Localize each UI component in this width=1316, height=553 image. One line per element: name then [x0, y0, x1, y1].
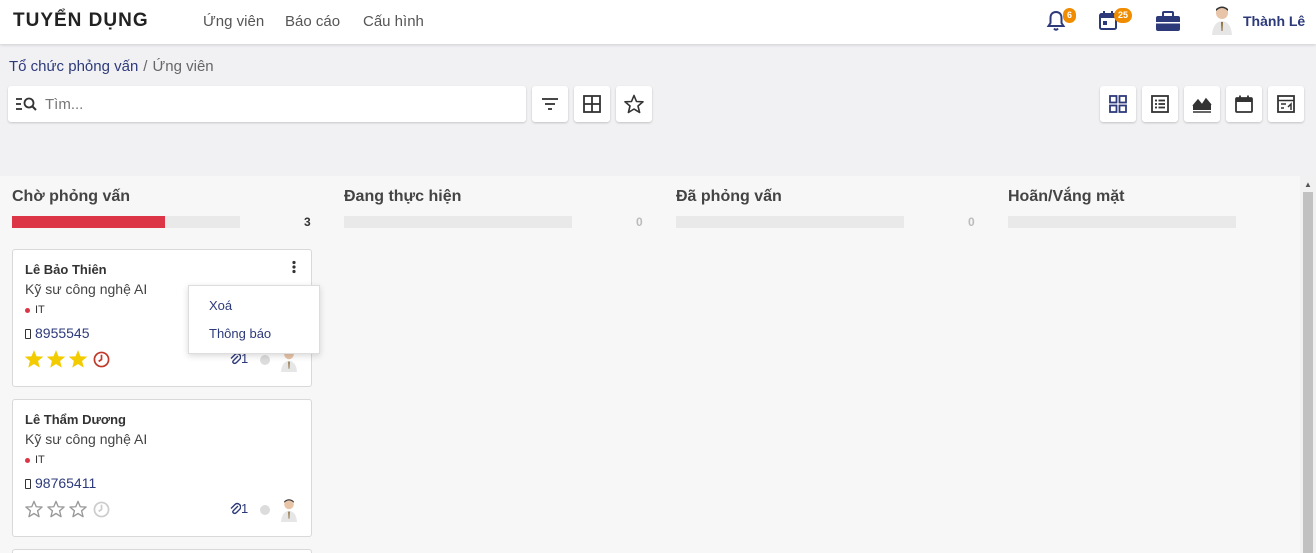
kanban-state-dot[interactable]	[260, 505, 270, 515]
user-avatar-icon	[1212, 6, 1232, 35]
star-outline-icon[interactable]	[47, 500, 65, 518]
candidate-phone-number: 98765411	[35, 475, 97, 491]
view-list-button[interactable]	[1142, 86, 1178, 122]
top-navbar: TUYỂN DỤNG Ứng viên Báo cáo Cấu hình 6 2…	[0, 0, 1316, 44]
column-progress-waiting[interactable]	[12, 216, 240, 228]
attachments-count[interactable]: 1	[229, 501, 248, 516]
phone-icon	[25, 479, 31, 489]
user-name[interactable]: Thành Lê	[1243, 13, 1305, 29]
column-title-waiting[interactable]: Chờ phỏng vấn	[12, 188, 130, 206]
scroll-up-arrow[interactable]: ▲	[1304, 180, 1312, 189]
breadcrumb-separator: /	[143, 58, 148, 75]
view-calendar-button[interactable]	[1226, 86, 1262, 122]
nav-item-settings[interactable]: Cấu hình	[363, 13, 424, 30]
candidate-job: Kỹ sư công nghệ AI	[25, 281, 148, 297]
view-graph-button[interactable]	[1184, 86, 1220, 122]
column-title-interviewed[interactable]: Đã phỏng vấn	[676, 188, 782, 206]
tag-color-dot	[25, 307, 30, 313]
breadcrumb: Tổ chức phỏng vấn / Ứng viên	[9, 58, 214, 75]
kanban-state-dot[interactable]	[260, 355, 270, 365]
vertical-scrollbar[interactable]: ▲	[1300, 176, 1316, 553]
candidate-name: Lê Bảo Thiên	[25, 262, 107, 277]
activities-badge: 25	[1114, 8, 1133, 23]
search-icon	[16, 97, 37, 111]
column-progress-fill-waiting	[12, 216, 165, 228]
column-title-in-progress[interactable]: Đang thực hiện	[344, 188, 461, 206]
nav-item-candidates[interactable]: Ứng viên	[203, 13, 264, 30]
search-bar	[8, 86, 526, 122]
paperclip-icon	[230, 502, 242, 515]
menu-item-delete[interactable]: Xoá	[209, 298, 232, 313]
scroll-thumb[interactable]	[1303, 192, 1313, 553]
candidate-tag: IT	[25, 304, 45, 316]
nav-item-reports[interactable]: Báo cáo	[285, 13, 340, 30]
card-dropdown-menu: Xoá Thông báo	[188, 285, 320, 354]
activity-view-icon	[1277, 95, 1295, 113]
kebab-menu-icon	[292, 260, 296, 274]
star-outline-icon	[624, 94, 644, 114]
activities-button[interactable]: 25	[1098, 8, 1133, 38]
column-count-waiting: 3	[304, 215, 311, 229]
area-chart-icon	[1192, 97, 1212, 113]
favorites-button[interactable]	[616, 86, 652, 122]
column-count-interviewed: 0	[968, 215, 975, 229]
breadcrumb-current: Ứng viên	[152, 58, 214, 75]
tag-color-dot	[25, 457, 30, 463]
app-title[interactable]: TUYỂN DỤNG	[13, 10, 149, 32]
candidate-phone-number: 8955545	[35, 325, 90, 341]
calendar-view-icon	[1235, 95, 1253, 113]
phone-icon	[25, 329, 31, 339]
candidate-tag: IT	[25, 454, 45, 466]
candidate-tag-label: IT	[35, 304, 45, 316]
star-icon[interactable]	[69, 350, 87, 368]
company-switch-button[interactable]	[1155, 10, 1181, 37]
column-progress-in-progress[interactable]	[344, 216, 572, 228]
candidate-phone: 8955545	[25, 325, 90, 341]
card-menu-button[interactable]	[291, 260, 297, 279]
group-by-button[interactable]	[574, 86, 610, 122]
filter-icon	[542, 98, 558, 110]
star-icon[interactable]	[47, 350, 65, 368]
menu-item-notify[interactable]: Thông báo	[209, 326, 271, 341]
column-title-postponed[interactable]: Hoãn/Vắng mặt	[1008, 188, 1124, 206]
user-avatar[interactable]	[1210, 5, 1234, 40]
notifications-button[interactable]: 6	[1046, 8, 1077, 38]
group-by-icon	[583, 95, 601, 113]
breadcrumb-parent[interactable]: Tổ chức phỏng vấn	[9, 58, 138, 75]
view-activity-button[interactable]	[1268, 86, 1304, 122]
kanban-view-icon	[1109, 95, 1127, 113]
filter-button[interactable]	[532, 86, 568, 122]
candidate-name: Lê Thẩm Dương	[25, 412, 126, 427]
candidate-phone: 98765411	[25, 475, 96, 491]
star-icon[interactable]	[25, 350, 43, 368]
view-kanban-button[interactable]	[1100, 86, 1136, 122]
assigned-user-avatar[interactable]	[279, 498, 299, 522]
clock-icon[interactable]	[93, 351, 110, 368]
star-outline-icon[interactable]	[69, 500, 87, 518]
column-progress-postponed[interactable]	[1008, 216, 1236, 228]
kanban-card[interactable]	[12, 549, 312, 553]
candidate-tag-label: IT	[35, 454, 45, 466]
search-input[interactable]	[45, 86, 515, 122]
column-count-in-progress: 0	[636, 215, 643, 229]
attachments-count-value: 1	[241, 501, 249, 516]
briefcase-icon	[1156, 11, 1180, 31]
star-outline-icon[interactable]	[25, 500, 43, 518]
candidate-job: Kỹ sư công nghệ AI	[25, 431, 148, 447]
notifications-badge: 6	[1063, 8, 1077, 23]
list-view-icon	[1151, 95, 1169, 113]
column-progress-interviewed[interactable]	[676, 216, 904, 228]
kanban-card[interactable]: Lê Thẩm Dương Kỹ sư công nghệ AI IT 9876…	[12, 399, 312, 537]
clock-icon[interactable]	[93, 501, 110, 518]
